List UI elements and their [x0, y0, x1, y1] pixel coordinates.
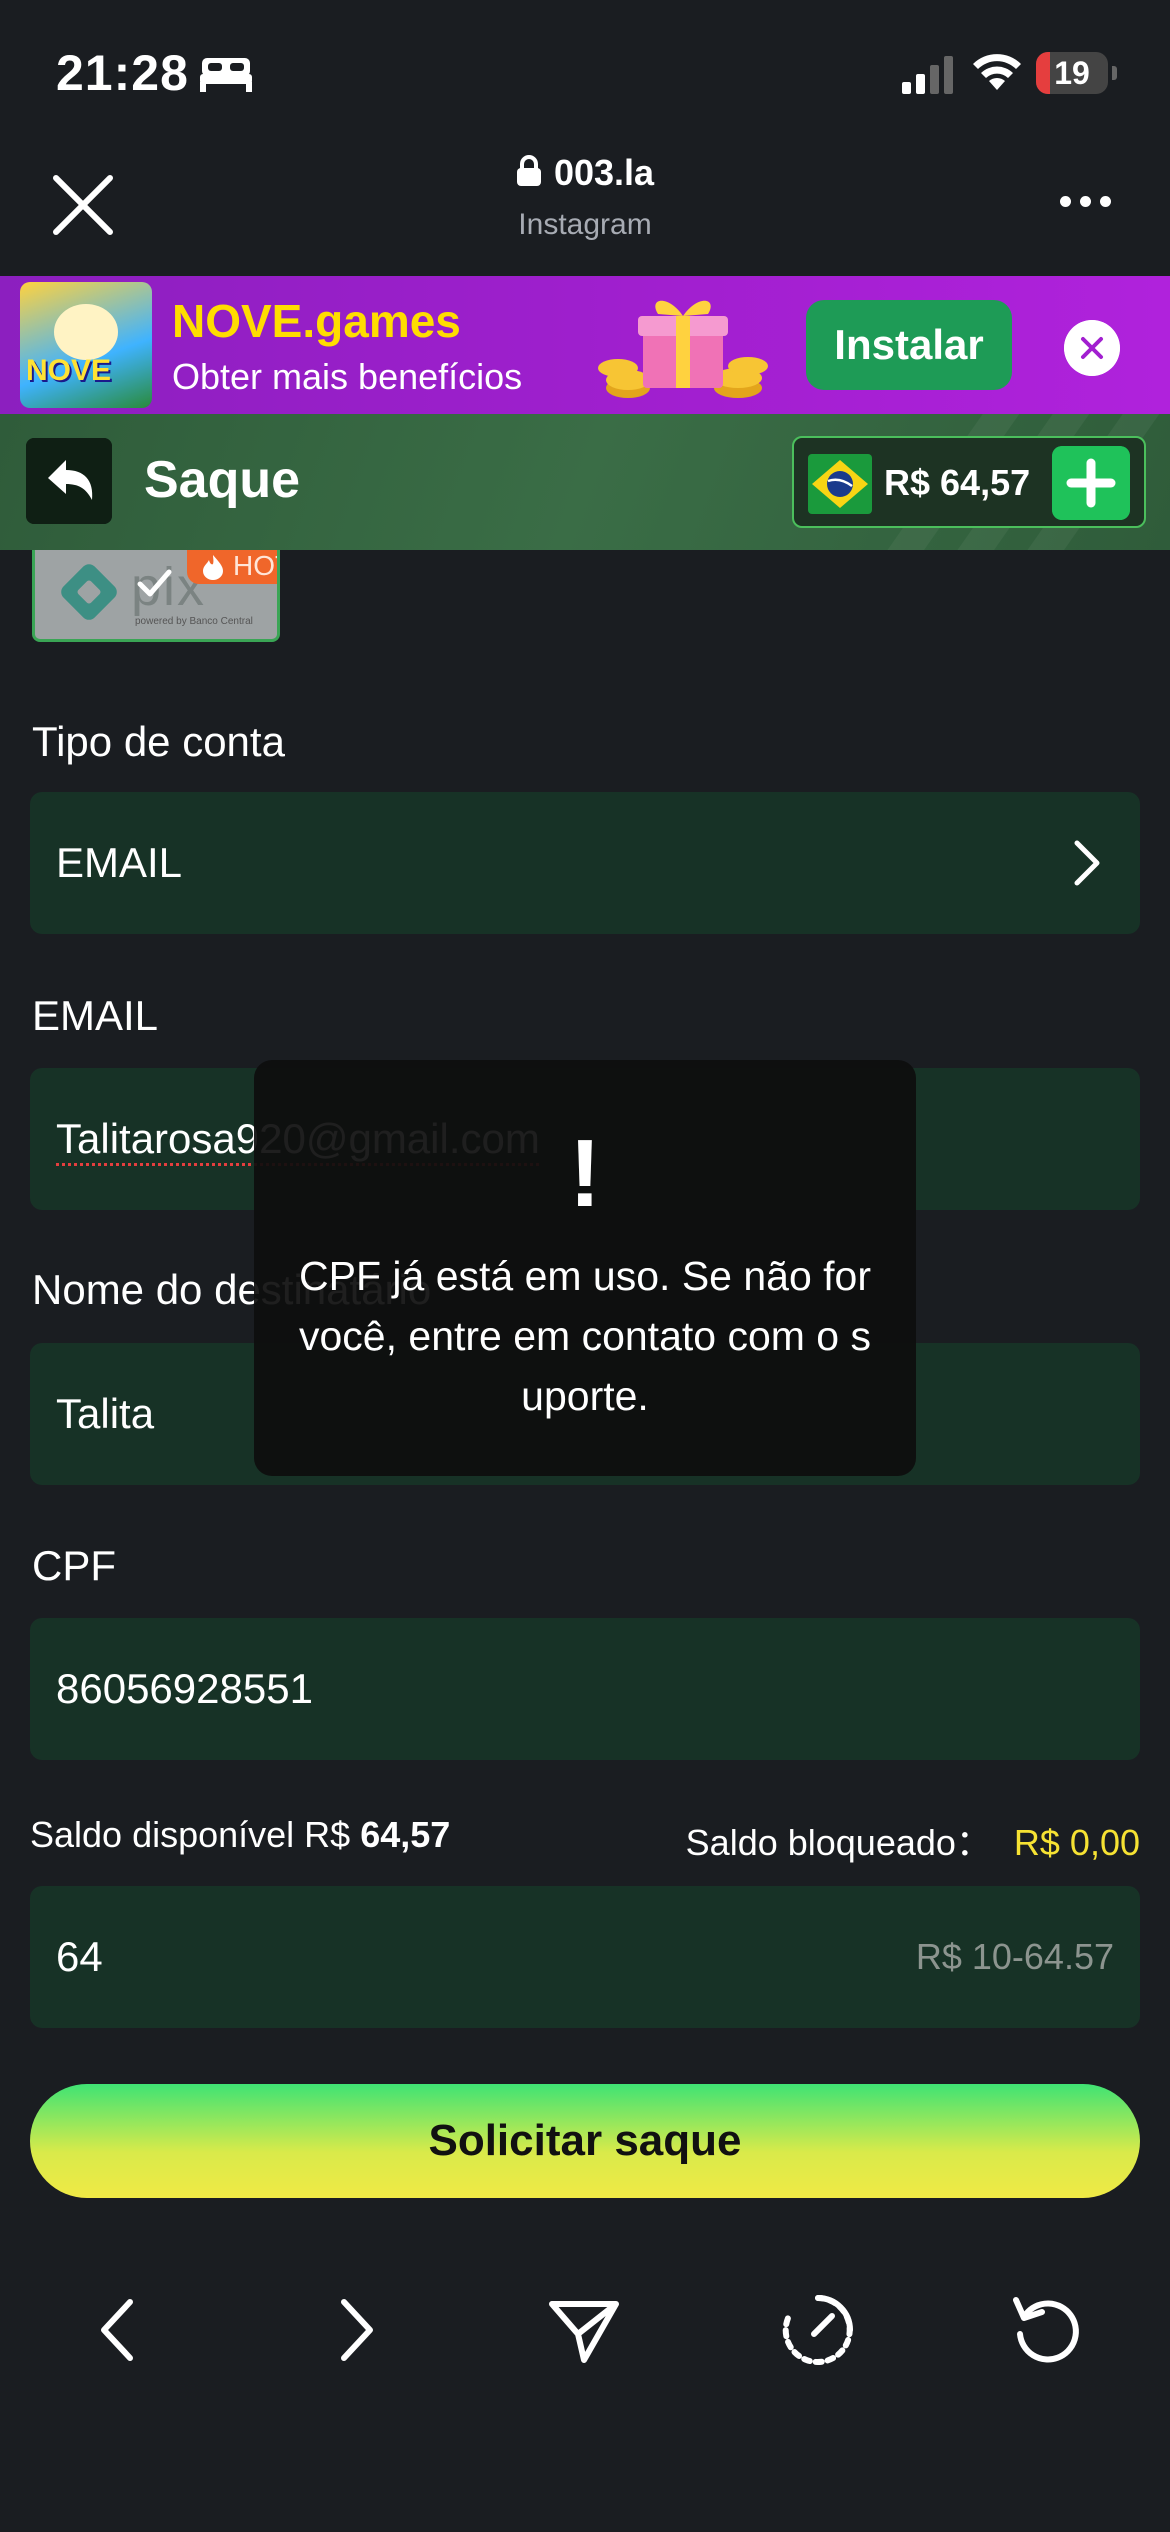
status-bar: 21:28 19 [0, 0, 1170, 140]
cpf-value: 86056928551 [56, 1665, 313, 1712]
account-type-value: EMAIL [56, 839, 183, 886]
email-label: EMAIL [32, 992, 159, 1039]
toast-message: CPF já está em uso. Se não for você, ent… [299, 1253, 871, 1419]
app-header: Saque R$ 64,57 [0, 414, 1170, 550]
banner-close-icon[interactable] [1064, 320, 1120, 376]
battery-icon: 19 [1036, 52, 1117, 94]
submit-withdraw-button[interactable]: Solicitar saque [30, 2084, 1140, 2198]
saldo-row: Saldo disponível R$ 64,57 Saldo bloquead… [30, 1814, 1140, 1864]
back-icon[interactable] [80, 2290, 160, 2370]
refresh-icon[interactable] [1008, 2290, 1088, 2370]
error-toast: ! CPF já está em uso. Se não for você, e… [254, 1060, 916, 1476]
pix-logo-icon [61, 564, 117, 620]
amount-range-hint: R$ 10-64.57 [915, 1936, 1114, 1977]
account-type-label: Tipo de conta [32, 718, 285, 765]
saldo-available: Saldo disponível R$ 64,57 [30, 1814, 451, 1855]
account-type-select[interactable]: EMAIL [30, 792, 1140, 934]
page-title: Saque [144, 451, 301, 509]
install-button[interactable]: Instalar [806, 300, 1012, 390]
back-arrow-icon[interactable] [26, 438, 112, 524]
install-banner: NOVE NOVE.games Obter mais benefícios In… [0, 276, 1170, 414]
browser-toolbar [0, 2250, 1170, 2532]
recipient-value: Talita [56, 1390, 155, 1437]
saldo-blocked-value: R$ 0,00 [1013, 1822, 1140, 1863]
browser-url[interactable]: 003.la [0, 152, 1170, 194]
plus-icon[interactable] [1052, 446, 1130, 520]
browser-source: Instagram [518, 208, 652, 241]
app-logo: NOVE [20, 282, 152, 408]
pix-sub: powered by Banco Central [135, 616, 253, 627]
cpf-input[interactable]: 86056928551 [30, 1618, 1140, 1760]
brazil-flag-icon [808, 454, 872, 514]
hot-badge: HOT [187, 550, 277, 584]
saldo-blocked: Saldo bloqueado： R$ 0,00 [685, 1822, 1140, 1863]
more-icon[interactable] [1060, 196, 1112, 212]
share-icon[interactable] [544, 2290, 624, 2370]
wifi-icon [973, 54, 1021, 90]
bed-icon [200, 58, 252, 92]
speed-icon[interactable] [778, 2290, 858, 2370]
check-icon [137, 569, 172, 597]
battery-level: 19 [1054, 55, 1090, 91]
gift-icon [598, 300, 768, 398]
cpf-label: CPF [32, 1542, 116, 1589]
fire-icon [203, 555, 223, 580]
chevron-right-icon [1074, 840, 1100, 886]
balance-amount: R$ 64,57 [884, 462, 1031, 503]
url-text: 003.la [553, 152, 655, 193]
status-time: 21:28 [56, 45, 189, 101]
amount-input[interactable]: 64 R$ 10-64.57 [30, 1886, 1140, 2028]
balance-box[interactable]: R$ 64,57 [792, 436, 1146, 528]
banner-title: NOVE.games [172, 295, 461, 347]
banner-subtitle: Obter mais benefícios [172, 356, 523, 397]
lock-icon [516, 155, 541, 186]
pix-method-card[interactable]: pix powered by Banco Central HOT [32, 550, 280, 642]
forward-icon[interactable] [314, 2290, 394, 2370]
amount-value: 64 [56, 1933, 103, 1980]
alert-icon: ! [569, 1120, 601, 1227]
signal-icon [902, 56, 953, 94]
